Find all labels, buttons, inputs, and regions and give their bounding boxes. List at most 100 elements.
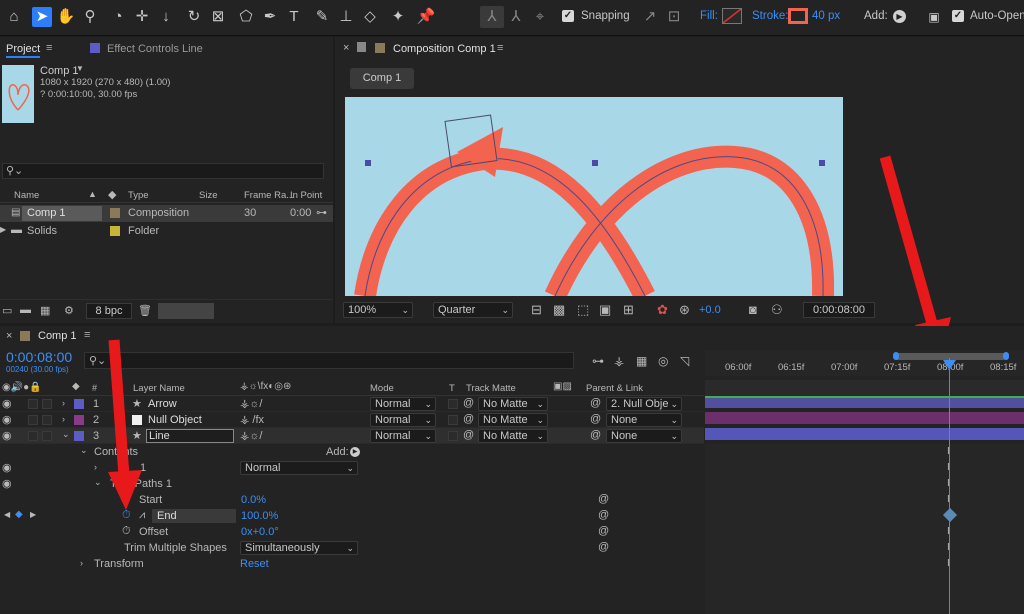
interpret-footage-icon[interactable]: ▭	[2, 304, 12, 317]
type-tool-icon[interactable]: T	[284, 7, 304, 27]
property-track-area[interactable]: I I I I I I I	[705, 444, 1024, 614]
label-swatch[interactable]	[110, 208, 120, 218]
eye-icon[interactable]: ◉	[2, 429, 12, 442]
dolly-tool-icon[interactable]: ↓	[156, 7, 176, 27]
eye-icon[interactable]: ◉	[2, 413, 12, 426]
stroke-width-value[interactable]: 40 px	[812, 10, 840, 22]
draft-3d-icon[interactable]: ⚶	[614, 354, 624, 368]
brush-tool-icon[interactable]: ✎	[312, 7, 332, 27]
axis-local-icon[interactable]: ⅄	[482, 7, 502, 27]
project-row-comp[interactable]: ▤ Comp 1 Composition 30 0:00 ⊶	[0, 205, 333, 222]
matte-pickwhip-icon[interactable]: @	[463, 413, 474, 425]
fast-previews-icon[interactable]: ⊟	[531, 302, 542, 318]
show-snapshot-icon[interactable]: ⚇	[771, 302, 783, 318]
rotate-tool-icon[interactable]: ↻	[184, 7, 204, 27]
render-settings-icon[interactable]: ⚙	[64, 304, 74, 317]
property-row-offset[interactable]: ⏱ Offset 0x+0.0° @	[0, 524, 704, 540]
playhead-line[interactable]	[949, 358, 950, 614]
composition-canvas[interactable]	[345, 97, 843, 296]
eye-icon[interactable]: ◉	[2, 461, 12, 474]
comp-navigator-button[interactable]: Comp 1	[350, 68, 414, 89]
expression-pickwhip-icon[interactable]: @	[598, 509, 609, 521]
graph-editor-icon[interactable]: ◹	[680, 354, 689, 368]
tab-effect-controls[interactable]: Effect Controls Line	[107, 43, 203, 55]
layer-name-input[interactable]: Line	[146, 429, 234, 443]
expand-arrow-icon[interactable]: ›	[62, 414, 65, 424]
auto-open-checkbox[interactable]: ✓	[952, 10, 964, 22]
clone-stamp-tool-icon[interactable]: ⊥	[336, 7, 356, 27]
trash-icon[interactable]: 🗑	[138, 304, 152, 317]
tab-composition[interactable]: Composition Comp 1	[393, 43, 496, 55]
layer-track-bar[interactable]	[705, 428, 1024, 440]
expand-arrow-icon[interactable]: ›	[80, 558, 83, 568]
prev-keyframe-icon[interactable]: ◀	[4, 510, 10, 519]
frame-blending-icon[interactable]: ▦	[636, 354, 647, 368]
snap-edge-icon[interactable]: ↗	[640, 7, 660, 27]
eye-icon[interactable]: ◉	[2, 477, 12, 490]
work-area-bar[interactable]	[895, 353, 1005, 360]
layer-handle-right[interactable]	[819, 160, 825, 166]
col-parent-link[interactable]: Parent & Link	[586, 383, 643, 394]
lock-toggle[interactable]	[42, 431, 52, 441]
parent-select[interactable]: None ⌄	[606, 413, 682, 427]
next-keyframe-icon[interactable]: ▶	[30, 510, 36, 519]
current-time-display[interactable]: 0:00:08:00	[6, 349, 72, 365]
work-area-end-handle[interactable]	[1003, 352, 1009, 360]
eye-icon[interactable]: ◉	[2, 397, 12, 410]
property-value[interactable]: 0x+0.0°	[241, 526, 279, 538]
preserve-transparency-toggle[interactable]	[448, 399, 458, 409]
zoom-tool-icon[interactable]: ⚲	[80, 7, 100, 27]
mask-visibility-icon[interactable]: ⬚	[577, 302, 589, 318]
property-value[interactable]: 0.0%	[241, 494, 266, 506]
preserve-transparency-toggle[interactable]	[448, 415, 458, 425]
add-play-icon[interactable]: ▶	[893, 10, 906, 23]
selection-tool-icon[interactable]: ➤	[32, 7, 52, 27]
reset-link[interactable]: Reset	[240, 558, 269, 570]
comp-dropdown-icon[interactable]: ▼	[76, 64, 84, 73]
work-area-start-handle[interactable]	[893, 352, 899, 360]
bpc-button[interactable]: 8 bpc	[86, 303, 132, 319]
home-icon[interactable]: ⌂	[4, 7, 24, 27]
parent-select[interactable]: 2. Null Obje ⌄	[606, 397, 682, 411]
add-play-icon[interactable]: ▶	[350, 447, 360, 457]
stopwatch-icon[interactable]: ⏱	[122, 525, 131, 538]
property-row-trim-multiple[interactable]: Trim Multiple Shapes Simultaneously ⌄ @	[0, 540, 704, 556]
hand-tool-icon[interactable]: ✋	[56, 7, 76, 27]
project-search-input[interactable]: ⚲⌄	[2, 163, 324, 179]
track-matte-select[interactable]: No Matte ⌄	[478, 397, 548, 411]
layer-label-swatch[interactable]	[74, 431, 84, 441]
close-icon[interactable]: ×	[343, 42, 349, 54]
col-track-matte[interactable]: Track Matte	[466, 383, 516, 394]
axis-view-icon[interactable]: ⌖	[530, 7, 550, 27]
stroke-swatch[interactable]	[788, 8, 808, 24]
orbit-tool-icon[interactable]: ◔	[108, 7, 128, 27]
col-in-point[interactable]: In Point	[290, 190, 322, 201]
tab-timeline-comp[interactable]: Comp 1	[38, 330, 77, 342]
panel-menu-icon[interactable]: ≡	[84, 329, 90, 341]
track-matte-select[interactable]: No Matte ⌄	[478, 413, 548, 427]
collapse-arrow-icon[interactable]: ⌄	[80, 445, 88, 456]
matte-pickwhip-icon[interactable]: @	[463, 397, 474, 409]
contents-add-label[interactable]: Add:	[326, 446, 349, 458]
layer-name[interactable]: Null Object	[148, 414, 202, 426]
expression-pickwhip-icon[interactable]: @	[598, 493, 609, 505]
col-name[interactable]: Name	[14, 190, 39, 201]
expression-pickwhip-icon[interactable]: @	[598, 525, 609, 537]
transparency-grid-icon[interactable]: ▩	[553, 302, 565, 318]
parent-pickwhip-icon[interactable]: @	[590, 413, 601, 425]
pen-tool-icon[interactable]: ✒	[260, 7, 280, 27]
parent-pickwhip-icon[interactable]: @	[590, 397, 601, 409]
solo-toggle[interactable]	[28, 415, 38, 425]
mode-select[interactable]: Normal ⌄	[370, 413, 436, 427]
solo-toggle[interactable]	[28, 431, 38, 441]
label-swatch[interactable]	[110, 226, 120, 236]
snapping-checkbox[interactable]: ✓	[562, 10, 574, 22]
pan-behind-tool-icon[interactable]: ⊠	[208, 7, 228, 27]
col-frame-rate[interactable]: Frame Ra...	[244, 190, 294, 201]
parent-pickwhip-icon[interactable]: @	[590, 429, 601, 441]
snapshot-icon[interactable]: ◙	[749, 302, 757, 317]
panel-menu-icon[interactable]: ≡	[497, 42, 503, 54]
col-type[interactable]: Type	[128, 190, 149, 201]
group-mode-select[interactable]: Normal ⌄	[240, 461, 358, 475]
expand-arrow-icon[interactable]: ›	[62, 398, 65, 408]
